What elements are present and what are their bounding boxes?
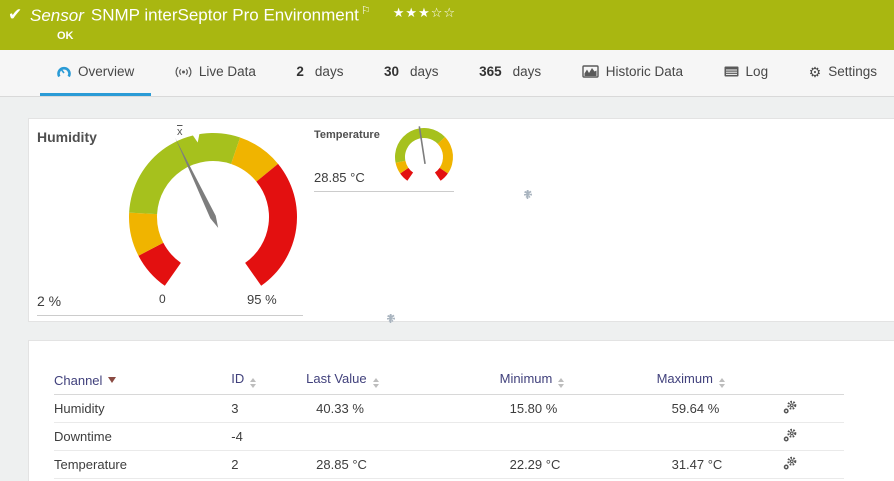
sort-icon: [372, 375, 379, 391]
gauges-panel: Humidity x 2 % 0 95 % Temperature 28.85 …: [28, 118, 894, 323]
channels-table: Channel ID Last Value Minimum Maximum Hu…: [54, 367, 844, 479]
column-header-edit: [783, 367, 844, 395]
broadcast-icon: [175, 66, 192, 78]
column-header-id[interactable]: ID: [231, 367, 307, 395]
column-header-channel[interactable]: Channel: [54, 367, 232, 395]
tab-2-days[interactable]: 2 days: [279, 50, 360, 96]
tab-historic-data[interactable]: Historic Data: [565, 50, 700, 96]
sort-icon: [718, 375, 725, 391]
channel-name: Humidity: [54, 394, 232, 423]
favorite-flag-icon[interactable]: ⚐: [361, 5, 371, 17]
tab-log[interactable]: Log: [707, 50, 786, 96]
table-row[interactable]: Downtime -4: [54, 422, 844, 451]
gauge-icon: [57, 65, 71, 79]
channel-id: 2: [231, 450, 307, 479]
channel-last-value: 40.33 %: [306, 394, 500, 423]
channel-maximum: 59.64 %: [656, 394, 784, 423]
channel-maximum: [656, 422, 784, 451]
gauge-title: Humidity: [37, 129, 97, 145]
channel-settings-icon[interactable]: [783, 428, 797, 442]
temperature-gauge-widget: Temperature 28.85 °C: [314, 126, 532, 199]
channel-name: Temperature: [54, 450, 232, 479]
sensor-tab-bar: Overview Live Data 2 days 30 days 365 days …: [0, 50, 894, 97]
channel-settings-icon[interactable]: [783, 400, 797, 414]
sort-desc-icon: [108, 377, 117, 387]
channel-minimum: [499, 422, 657, 451]
channel-settings-icon[interactable]: [783, 456, 797, 470]
channel-minimum: 15.80 %: [499, 394, 657, 423]
tab-live-data[interactable]: Live Data: [158, 50, 273, 96]
channel-minimum: 22.29 °C: [499, 450, 657, 479]
gear-icon: ⚙: [808, 63, 822, 80]
tab-settings[interactable]: ⚙ Settings: [792, 50, 894, 96]
table-row[interactable]: Temperature 2 28.85 °C 22.29 °C 31.47 °C: [54, 450, 844, 479]
ok-check-icon: ✔: [8, 5, 23, 24]
humidity-gauge-widget: Humidity x 2 % 0 95 %: [37, 126, 395, 323]
channels-table-panel: Channel ID Last Value Minimum Maximum Hu…: [28, 340, 894, 481]
channel-last-value: 28.85 °C: [306, 450, 500, 479]
column-header-minimum[interactable]: Minimum: [499, 367, 657, 395]
area-chart-icon: [582, 65, 599, 78]
humidity-gauge: [129, 130, 298, 286]
table-header-row: Channel ID Last Value Minimum Maximum: [54, 367, 844, 395]
channel-id: 3: [231, 394, 307, 423]
status-badge: OK: [57, 30, 74, 42]
channel-id: -4: [231, 422, 307, 451]
gauge-scale-min: 2 %: [37, 293, 62, 309]
gauge-scale-mid: 0: [159, 292, 166, 306]
column-header-maximum[interactable]: Maximum: [656, 367, 784, 395]
priority-stars[interactable]: ★★★☆☆: [393, 5, 456, 20]
channel-name: Downtime: [54, 422, 232, 451]
table-row[interactable]: Humidity 3 40.33 % 15.80 % 59.64 %: [54, 394, 844, 423]
sort-icon: [558, 375, 565, 391]
column-header-last-value[interactable]: Last Value: [306, 367, 500, 395]
tab-365-days[interactable]: 365 days: [462, 50, 558, 96]
tab-30-days[interactable]: 30 days: [367, 50, 456, 96]
gauge-value: 28.85 °C: [314, 170, 365, 185]
log-list-icon: [724, 66, 739, 77]
gauge-title: Temperature: [314, 129, 380, 141]
channel-maximum: 31.47 °C: [656, 450, 784, 479]
channel-last-value: [306, 422, 500, 451]
object-kind-label: Sensor: [30, 5, 84, 25]
sensor-title-line: Sensor SNMP interSeptor Pro Environment ⚐ ★…: [30, 4, 456, 26]
temperature-gauge: [394, 126, 453, 181]
page-title: SNMP interSeptor Pro Environment: [90, 5, 359, 25]
gauge-scale-max: 95 %: [247, 292, 277, 307]
sensor-status-banner: ✔ Sensor SNMP interSeptor Pro Environment…: [0, 0, 894, 50]
tab-overview[interactable]: Overview: [40, 50, 152, 96]
sort-icon: [250, 375, 257, 391]
